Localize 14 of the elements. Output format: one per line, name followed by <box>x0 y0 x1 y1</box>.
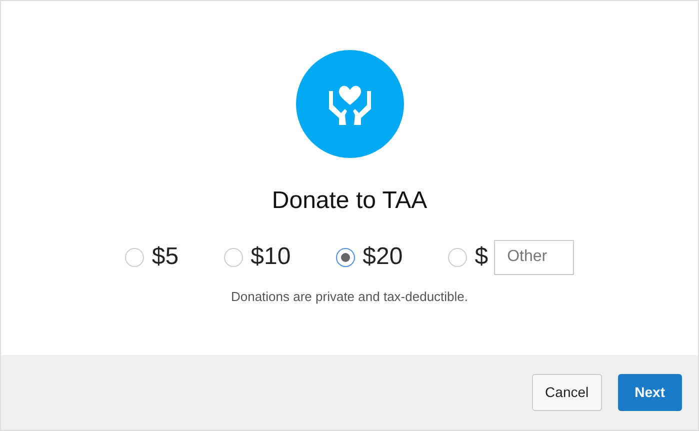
amount-label: $5 <box>152 242 179 272</box>
amount-label: $20 <box>362 242 403 272</box>
other-amount-field[interactable]: Other <box>494 240 574 274</box>
cancel-button[interactable]: Cancel <box>532 374 602 411</box>
radio-button[interactable] <box>224 248 243 266</box>
dialog-title: Donate to TAA <box>272 186 428 216</box>
radio-button[interactable] <box>124 248 144 266</box>
next-button[interactable]: Next <box>618 374 682 411</box>
hands-heart-icon <box>326 83 372 125</box>
note-text: Donations are private and tax-deductible. <box>230 288 468 306</box>
amount-label: $10 <box>250 242 291 272</box>
radio-button[interactable] <box>336 248 355 266</box>
amount-label: $ <box>474 242 488 272</box>
radio-button[interactable] <box>448 248 467 266</box>
